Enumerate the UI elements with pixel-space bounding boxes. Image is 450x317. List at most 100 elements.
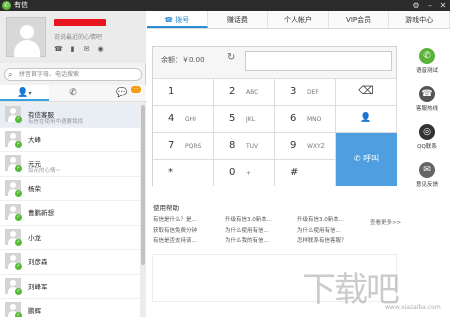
key-9[interactable]: 9 WXYZ (275, 132, 336, 159)
game-icon[interactable]: ◉ (96, 45, 105, 54)
tab-vip[interactable]: VIP会员 (329, 11, 390, 28)
help-link[interactable]: 为什么我的有信... (225, 236, 269, 244)
key-number: 6 (290, 113, 297, 124)
key-letters: + (246, 170, 252, 177)
help-link[interactable]: 升级有信3.0新本... (297, 215, 344, 223)
contact-item[interactable]: ✓ 刘峰军 (0, 275, 140, 299)
key-star[interactable]: * (153, 159, 214, 186)
help-link[interactable]: 为什么使用有信... (297, 226, 341, 234)
tab-contacts[interactable]: 👤▾ (0, 85, 49, 101)
watermark-url: www.xiazaiba.com (385, 304, 441, 311)
online-status-icon: ✓ (15, 287, 22, 295)
key-3[interactable]: 3 DEF (275, 78, 336, 105)
key-number: 9 (290, 140, 297, 151)
key-number: 7 (168, 140, 175, 151)
call-button[interactable]: ✆ 呼叫 (336, 132, 397, 186)
sidebar-item-hotline[interactable]: ☎ 客服热线 (408, 86, 446, 122)
key-letters: DEF (307, 89, 319, 96)
tab-game-center[interactable]: 游戏中心 (389, 11, 450, 28)
close-button[interactable]: ✕ (437, 0, 449, 11)
sidebar-item-label: QQ联系 (417, 144, 437, 150)
online-status-icon: ✓ (15, 189, 22, 197)
phone-icon: ✆ (419, 48, 435, 64)
app-logo-icon: ✆ (2, 1, 11, 10)
sidebar-item-qq[interactable]: ◎ QQ联系 (408, 124, 446, 160)
search-input[interactable]: ⌕ 拼音首字母、电话搜索 (4, 68, 142, 81)
key-0[interactable]: 0 + (214, 159, 275, 186)
mail-icon[interactable]: ✉ (82, 45, 91, 54)
key-1[interactable]: 1 (153, 78, 214, 105)
key-7[interactable]: 7 PQRS (153, 132, 214, 159)
help-link[interactable]: 有信是否支持该... (153, 236, 197, 244)
key-number: 0 (229, 167, 236, 178)
scrollbar[interactable] (140, 103, 146, 317)
backspace-icon: ⌫ (358, 84, 374, 97)
sidebar-item-feedback[interactable]: ✉ 意见反馈 (408, 162, 446, 198)
tab-account[interactable]: 个人帐户 (268, 11, 329, 28)
app-title: 有信 (14, 1, 28, 9)
person-icon: 👤 (17, 88, 29, 98)
see-more-link[interactable]: 查看更多>> (370, 218, 401, 226)
tab-messages[interactable]: 💬 ··· (97, 85, 146, 101)
contact-item[interactable]: ✓ 小龙 (0, 226, 140, 250)
phone-icon[interactable]: ☎ (54, 45, 63, 54)
online-status-icon: ✓ (15, 263, 22, 270)
online-status-icon: ✓ (15, 165, 22, 172)
refresh-icon[interactable]: ↻ (227, 52, 235, 63)
key-number: 2 (229, 86, 236, 97)
signature-text[interactable]: 说说最近的心情吧 (54, 32, 102, 41)
qq-icon: ◎ (419, 124, 435, 140)
sidebar-item-voice-test[interactable]: ✆ 语音测试 (408, 48, 446, 84)
contact-item[interactable]: ✓ 曹鹏新想 (0, 201, 140, 226)
tab-label: 拨号 (175, 16, 190, 24)
mobile-icon[interactable]: ▮ (68, 45, 77, 54)
phone-icon: ☎ (164, 16, 174, 24)
key-8[interactable]: 8 TUV (214, 132, 275, 159)
left-panel: 说说最近的心情吧 ☎ ▮ ✉ ◉ ⌕ 拼音首字母、电话搜索 👤▾ ✆ 💬 ···… (0, 11, 146, 317)
minimize-button[interactable]: – (424, 0, 436, 11)
contact-item[interactable]: ✓ 鹏辉 (0, 299, 140, 317)
key-2[interactable]: 2 ABC (214, 78, 275, 105)
settings-icon[interactable]: ⚙ (410, 0, 422, 11)
help-link[interactable]: 为什么使用有信... (225, 226, 269, 234)
key-letters: WXYZ (307, 143, 325, 150)
tab-dial[interactable]: ☎ 拨号 (147, 11, 208, 28)
key-number: # (290, 167, 299, 178)
contact-item[interactable]: ✓ 大峰 (0, 128, 140, 152)
phone-number-input[interactable] (245, 51, 392, 71)
key-hash[interactable]: # (275, 159, 336, 186)
help-link[interactable]: 有信是什么？是... (153, 215, 197, 223)
avatar[interactable] (6, 17, 46, 57)
dialer-panel: 余额：￥0.00 ↻ ⌫ 👤 ✆ 呼叫 1 2 ABC 3 DEF 4 GHI 5 JKL 6 MN… (152, 46, 397, 186)
contact-name: 刘峰军 (28, 282, 48, 291)
add-contact-button[interactable]: 👤 (336, 105, 397, 132)
tab-earn-credit[interactable]: 赚话费 (208, 11, 269, 28)
contact-item[interactable]: ✓ 有信客服 有信在使用中遇要我找 (0, 103, 140, 128)
add-contact-icon: 👤 (360, 113, 372, 123)
key-letters: MNO (307, 116, 322, 123)
contact-item[interactable]: ✓ 元元 如花的心情~ (0, 152, 140, 177)
help-title: 使用帮助 (153, 204, 179, 212)
key-5[interactable]: 5 JKL (214, 105, 275, 132)
call-label: 呼叫 (363, 154, 380, 163)
watermark: 下载吧 (302, 270, 400, 310)
online-status-icon: ✓ (15, 238, 22, 246)
call-log-icon: ✆ (69, 88, 77, 98)
search-placeholder: 拼音首字母、电话搜索 (19, 71, 80, 78)
sidebar-item-label: 语音测试 (415, 68, 438, 74)
help-link[interactable]: 怎样联系有信客服？ (297, 236, 347, 244)
online-status-icon: ✓ (15, 214, 22, 221)
help-link[interactable]: 获取有信免费分钟 (153, 226, 197, 234)
key-letters: GHI (185, 116, 196, 123)
key-6[interactable]: 6 MNO (275, 105, 336, 132)
help-link[interactable]: 升级有信3.0新本... (225, 215, 272, 223)
scrollbar-thumb[interactable] (141, 105, 145, 265)
tab-call-log[interactable]: ✆ (49, 85, 98, 101)
contact-item[interactable]: ✓ 杨荣 (0, 177, 140, 201)
key-4[interactable]: 4 GHI (153, 105, 214, 132)
contact-status: 有信在使用中遇要我找 (28, 119, 84, 125)
contact-item[interactable]: ✓ 刘彦森 (0, 250, 140, 275)
contact-name: 大峰 (28, 135, 41, 144)
sidebar-item-label: 意见反馈 (415, 182, 438, 188)
backspace-button[interactable]: ⌫ (336, 78, 397, 105)
